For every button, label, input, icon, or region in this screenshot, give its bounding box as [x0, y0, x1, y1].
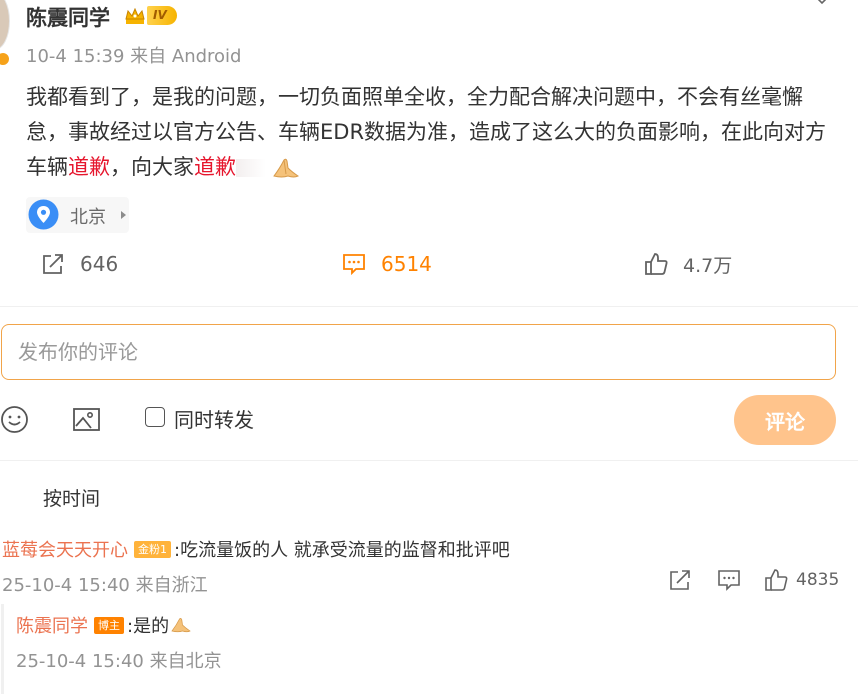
comment-actions: 4835 — [668, 568, 840, 596]
reply-text: :是的 — [127, 616, 170, 637]
chevron-down-icon[interactable] — [815, 0, 829, 8]
repost-checkbox-label[interactable]: 同时转发 — [174, 404, 254, 433]
chevron-right-icon — [121, 211, 126, 219]
image-icon[interactable] — [72, 405, 101, 434]
praying-hands-emoji — [273, 158, 299, 178]
emoji-icon[interactable] — [0, 405, 29, 434]
location-label: 北京 — [70, 207, 106, 228]
location-tag[interactable]: 北京 — [26, 197, 129, 233]
fan-badge: 金粉1 — [134, 540, 171, 558]
reply-meta: 25-10-4 15:40 来自北京 — [16, 651, 222, 672]
comment-input[interactable] — [1, 324, 836, 380]
comment-meta: 25-10-4 15:40 来自浙江 — [2, 575, 208, 596]
keyword-link[interactable]: 道歉 — [68, 155, 110, 179]
repost-button[interactable]: 646 — [40, 249, 118, 279]
author-avatar[interactable] — [0, 0, 10, 50]
verified-badge — [0, 51, 11, 67]
share-icon[interactable] — [668, 568, 692, 592]
post-author-name[interactable]: 陈震同学 — [26, 2, 110, 32]
divider — [0, 306, 858, 307]
comment-icon[interactable] — [717, 568, 741, 592]
share-icon — [43, 254, 63, 274]
thumbs-up-icon — [645, 253, 668, 275]
post-content: 我都看到了，是我的问题，一切负面照单全收，全力配合解决问题中，不会有丝毫懈怠，事… — [26, 80, 838, 185]
hidden-text-fade — [236, 159, 266, 177]
sort-by-time-tab[interactable]: 按时间 — [43, 484, 100, 511]
post-timestamp: 10-4 15:39 来自 Android — [26, 46, 242, 67]
praying-hands-emoji — [171, 618, 191, 633]
location-pin-icon — [28, 199, 59, 230]
reply-thread-line — [1, 604, 4, 694]
thumbs-up-icon[interactable] — [764, 568, 788, 592]
level-badge: IV — [147, 6, 177, 25]
comment-icon — [343, 254, 365, 276]
like-button[interactable]: 4.7万 — [643, 249, 732, 279]
repost-count: 646 — [80, 252, 119, 276]
crown-icon — [125, 8, 145, 24]
reply-item: 陈震同学 博主 :是的 — [16, 612, 193, 638]
comment-like-count: 4835 — [796, 570, 840, 590]
comment-text: :吃流量饭的人 就承受流量的监督和批评吧 — [174, 540, 510, 561]
keyword-link[interactable]: 道歉 — [194, 155, 236, 179]
content-text: ，向大家 — [110, 155, 194, 179]
reply-username[interactable]: 陈震同学 — [16, 612, 88, 638]
author-badge: 博主 — [94, 616, 124, 634]
comment-item: 蓝莓会天天开心 金粉1 :吃流量饭的人 就承受流量的监督和批评吧 — [2, 536, 510, 562]
comment-button[interactable]: 6514 — [341, 249, 432, 279]
comment-count: 6514 — [381, 252, 432, 276]
submit-comment-button[interactable]: 评论 — [734, 395, 836, 445]
comment-username[interactable]: 蓝莓会天天开心 — [2, 536, 128, 562]
repost-checkbox[interactable] — [145, 407, 165, 427]
divider — [0, 460, 858, 461]
like-count: 4.7万 — [683, 254, 733, 277]
